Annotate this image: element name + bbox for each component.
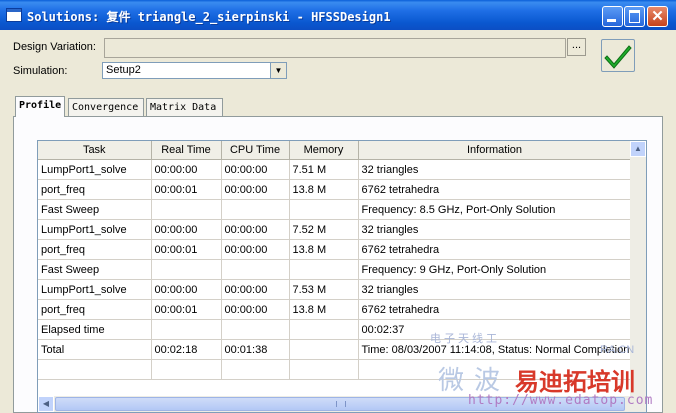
watermark-line3: 微波	[438, 366, 511, 396]
design-variation-label: Design Variation:	[13, 41, 96, 53]
table-cell: 00:00:00	[221, 219, 290, 240]
table-cell: 6762 tetrahedra	[358, 239, 632, 260]
minimize-icon	[607, 19, 616, 22]
table-cell: 00:00:01	[151, 179, 222, 200]
column-header-task[interactable]: Task	[38, 141, 152, 160]
table-cell: 6762 tetrahedra	[358, 299, 632, 320]
simulation-value: Setup2	[106, 64, 141, 76]
maximize-icon	[629, 10, 640, 23]
table-cell	[289, 319, 359, 340]
table-cell: 00:00:00	[151, 159, 222, 180]
simulation-select[interactable]: Setup2 ▼	[102, 62, 287, 79]
table-cell: port_freq	[38, 239, 152, 260]
scroll-grip	[336, 401, 346, 407]
table-cell	[221, 199, 290, 220]
table-cell: Fast Sweep	[38, 259, 152, 280]
profile-grid: Task Real Time CPU Time Memory Informati…	[38, 141, 632, 380]
table-row[interactable]: Total 00:02:18 00:01:38 Time: 08/03/2007 11…	[38, 339, 632, 360]
table-row[interactable]: Fast Sweep Frequency: 9 GHz, Port-Only So…	[38, 259, 632, 280]
close-icon: ✕	[651, 8, 664, 25]
arrow-left-icon[interactable]: ◀	[38, 396, 54, 412]
browse-button[interactable]: ...	[567, 38, 586, 56]
table-cell: 00:00:00	[221, 279, 290, 300]
maximize-button[interactable]	[624, 6, 645, 27]
column-header-real-time[interactable]: Real Time	[151, 141, 222, 160]
table-row[interactable]: port_freq 00:00:01 00:00:00 13.8 M 6762 tetr…	[38, 299, 632, 320]
table-cell: 13.8 M	[289, 299, 359, 320]
watermark-line2: RA.CN	[600, 344, 635, 356]
table-cell	[289, 339, 359, 360]
table-cell: 00:00:01	[151, 239, 222, 260]
watermark-url: http://www.edatop.com	[468, 393, 654, 408]
table-cell: 6762 tetrahedra	[358, 179, 632, 200]
table-cell: 00:00:00	[221, 159, 290, 180]
table-cell: 13.8 M	[289, 239, 359, 260]
table-cell: Frequency: 9 GHz, Port-Only Solution	[358, 259, 632, 280]
table-cell	[38, 359, 152, 380]
watermark-logo: 易迪拓培训	[515, 369, 635, 396]
table-cell: 00:02:18	[151, 339, 222, 360]
table-row[interactable]: LumpPort1_solve 00:00:00 00:00:00 7.53 M 32 …	[38, 279, 632, 300]
table-cell: 7.52 M	[289, 219, 359, 240]
table-cell	[289, 359, 359, 380]
table-cell: 7.53 M	[289, 279, 359, 300]
title-bar: Solutions: 复件 triangle_2_sierpinski - HF…	[0, 0, 676, 30]
table-cell: 00:01:38	[221, 339, 290, 360]
table-row[interactable]: LumpPort1_solve 00:00:00 00:00:00 7.51 M 32 …	[38, 159, 632, 180]
table-cell: Elapsed time	[38, 319, 152, 340]
check-mark-icon	[604, 45, 632, 69]
tab-matrix-data[interactable]: Matrix Data	[146, 98, 223, 116]
vertical-scrollbar[interactable]: ▲	[630, 141, 646, 398]
column-header-memory[interactable]: Memory	[289, 141, 359, 160]
window-icon	[6, 8, 22, 22]
table-cell: Frequency: 8.5 GHz, Port-Only Solution	[358, 199, 632, 220]
table-cell: 7.51 M	[289, 159, 359, 180]
table-cell: 00:00:00	[221, 239, 290, 260]
table-cell: 00:00:01	[151, 299, 222, 320]
table-row[interactable]: LumpPort1_solve 00:00:00 00:00:00 7.52 M 32 …	[38, 219, 632, 240]
ok-button[interactable]	[601, 39, 635, 72]
table-cell: Fast Sweep	[38, 199, 152, 220]
arrow-up-icon[interactable]: ▲	[630, 141, 646, 157]
table-cell: port_freq	[38, 299, 152, 320]
tab-profile[interactable]: Profile	[15, 96, 65, 117]
table-row[interactable]: port_freq 00:00:01 00:00:00 13.8 M 6762 tetr…	[38, 239, 632, 260]
table-cell: LumpPort1_solve	[38, 159, 152, 180]
table-cell: 32 triangles	[358, 219, 632, 240]
table-row[interactable]: Elapsed time 00:02:37	[38, 319, 632, 340]
close-button[interactable]: ✕	[647, 6, 668, 27]
table-cell	[221, 259, 290, 280]
table-cell: 00:00:00	[151, 219, 222, 240]
header-row: Task Real Time CPU Time Memory Informati…	[38, 141, 632, 160]
table-cell	[289, 259, 359, 280]
table-cell	[151, 259, 222, 280]
simulation-label: Simulation:	[13, 65, 68, 77]
tab-convergence[interactable]: Convergence	[68, 98, 144, 116]
window-title: Solutions: 复件 triangle_2_sierpinski - HF…	[27, 10, 391, 24]
minimize-button[interactable]	[602, 6, 623, 27]
table-cell	[151, 319, 222, 340]
table-cell	[221, 359, 290, 380]
table-cell: 00:00:00	[221, 179, 290, 200]
table-row[interactable]: port_freq 00:00:01 00:00:00 13.8 M 6762 tetr…	[38, 179, 632, 200]
table-cell: 00:00:00	[151, 279, 222, 300]
column-header-cpu-time[interactable]: CPU Time	[221, 141, 290, 160]
table-cell: LumpPort1_solve	[38, 279, 152, 300]
table-cell: 13.8 M	[289, 179, 359, 200]
table-cell	[289, 199, 359, 220]
table-row[interactable]: Fast Sweep Frequency: 8.5 GHz, Port-Only …	[38, 199, 632, 220]
table-cell: 32 triangles	[358, 159, 632, 180]
table-cell	[151, 359, 222, 380]
table-cell: 00:00:00	[221, 299, 290, 320]
column-header-information[interactable]: Information	[358, 141, 632, 160]
design-variation-field[interactable]	[104, 38, 566, 58]
chevron-down-icon[interactable]: ▼	[270, 63, 286, 78]
table-cell: Total	[38, 339, 152, 360]
table-cell: LumpPort1_solve	[38, 219, 152, 240]
table-cell: port_freq	[38, 179, 152, 200]
table-cell	[151, 199, 222, 220]
table-cell: 32 triangles	[358, 279, 632, 300]
watermark-line1: 电子天线工	[430, 333, 500, 345]
table-cell	[221, 319, 290, 340]
